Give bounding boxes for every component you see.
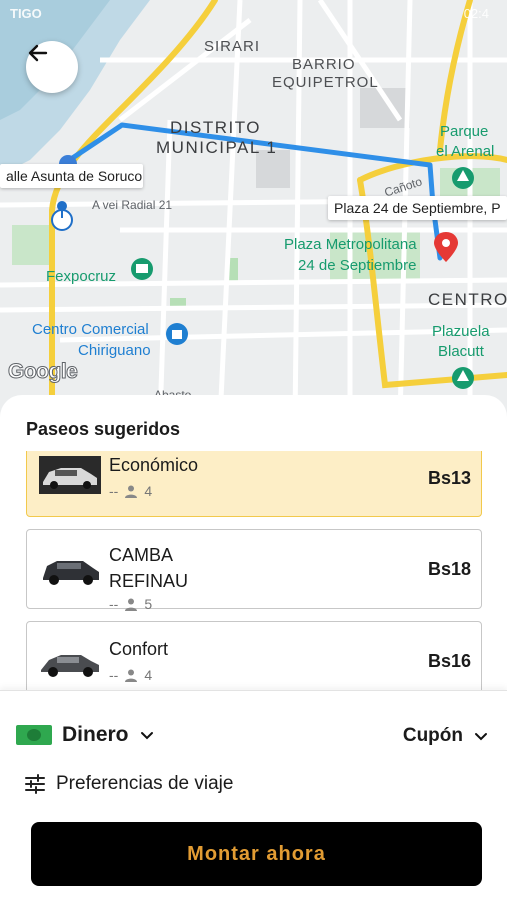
ride-name: Confort xyxy=(109,639,169,659)
ride-seats: 4 xyxy=(144,483,153,499)
trip-preferences-label: Preferencias de viaje xyxy=(56,773,234,794)
coupon-label: Cupón xyxy=(402,725,463,746)
ride-price: Bs13 xyxy=(427,468,471,488)
sheet-title: Paseos sugeridos xyxy=(26,419,181,439)
map-label-barrio: BARRIO xyxy=(292,56,356,73)
map-label-equipetrol: EQUIPETROL xyxy=(272,74,379,91)
ride-option-camba-refinau[interactable]: CAMBA REFINAU -- 5 Bs18 xyxy=(26,529,482,612)
car-sedan-icon xyxy=(39,456,101,494)
destination-callout: Plaza 24 de Septiembre, P xyxy=(328,196,507,220)
person-icon xyxy=(125,598,138,611)
ride-option-economico[interactable]: Económico -- 4 Bs13 xyxy=(26,451,482,517)
car-suv-icon xyxy=(43,561,99,585)
ride-now-label: Montar ahora xyxy=(187,842,326,865)
ride-meta: -- 5 xyxy=(109,596,152,612)
ride-price: Bs16 xyxy=(427,651,471,671)
ride-seats: 4 xyxy=(144,667,153,683)
street-radial-21: A vei Radial 21 xyxy=(92,198,173,212)
ride-meta: -- 4 xyxy=(109,483,152,499)
google-logo: Google xyxy=(7,360,78,384)
payment-method-selector[interactable]: Dinero xyxy=(16,723,155,747)
poi-arenal: el Arenal xyxy=(436,143,495,160)
ride-eta: -- xyxy=(109,596,119,612)
poi-chiriguano: Chiriguano xyxy=(78,342,151,359)
poi-fexpocruz: Fexpocruz xyxy=(46,268,117,285)
ride-eta: -- xyxy=(109,667,119,683)
map-label-municipal: MUNICIPAL 1 xyxy=(156,138,278,157)
map-label-distrito: DISTRITO xyxy=(170,118,262,137)
cash-icon xyxy=(16,725,52,745)
status-time: 02:4 xyxy=(463,6,489,21)
ride-option-confort[interactable]: Confort -- 4 Bs16 xyxy=(26,621,482,691)
map-view[interactable]: TIGO 02:4 SIRARI BARRIO EQUIPETROL DISTR… xyxy=(0,0,507,420)
poi-blacutt: Blacutt xyxy=(438,343,484,360)
rides-sheet: Paseos sugeridos Económico -- 4 Bs13 CAM… xyxy=(0,395,507,695)
map-label-sirari: SIRARI xyxy=(204,38,261,55)
ride-seats: 5 xyxy=(144,596,153,612)
arrow-left-icon xyxy=(28,44,48,62)
poi-plaza-24: 24 de Septiembre xyxy=(298,257,417,274)
rides-list[interactable]: Económico -- 4 Bs13 CAMBA REFINAU -- 5 B… xyxy=(26,451,482,691)
ride-price: Bs18 xyxy=(427,559,471,579)
poi-plazuela: Plazuela xyxy=(432,323,490,340)
chevron-down-icon xyxy=(140,732,153,740)
person-icon xyxy=(125,669,138,682)
sliders-icon xyxy=(25,774,45,794)
ride-now-button[interactable]: Montar ahora xyxy=(31,822,482,886)
poi-centro-comercial: Centro Comercial xyxy=(32,321,149,338)
map-label-centro: CENTRO xyxy=(428,290,507,309)
ride-name-line2: REFINAU xyxy=(109,571,189,591)
ride-name-line1: CAMBA xyxy=(109,545,174,565)
coupon-selector[interactable]: Cupón xyxy=(403,725,489,747)
ride-eta: -- xyxy=(109,483,119,499)
back-button[interactable] xyxy=(26,41,78,93)
person-icon xyxy=(125,485,138,498)
ride-name: Económico xyxy=(109,455,199,475)
chevron-down-icon xyxy=(475,733,487,741)
origin-callout: alle Asunta de Soruco xyxy=(0,164,143,188)
poi-parque: Parque xyxy=(440,123,489,140)
poi-plaza-metropolitana: Plaza Metropolitana xyxy=(284,236,417,253)
trip-preferences-button[interactable]: Preferencias de viaje xyxy=(24,773,233,795)
payment-method-label: Dinero xyxy=(62,723,129,746)
bottom-panel: Dinero Cupón Preferencias de viaje Monta… xyxy=(0,690,507,900)
carrier-label: TIGO xyxy=(10,6,42,21)
car-sedan-icon xyxy=(41,655,99,677)
ride-meta: -- 4 xyxy=(109,667,152,683)
